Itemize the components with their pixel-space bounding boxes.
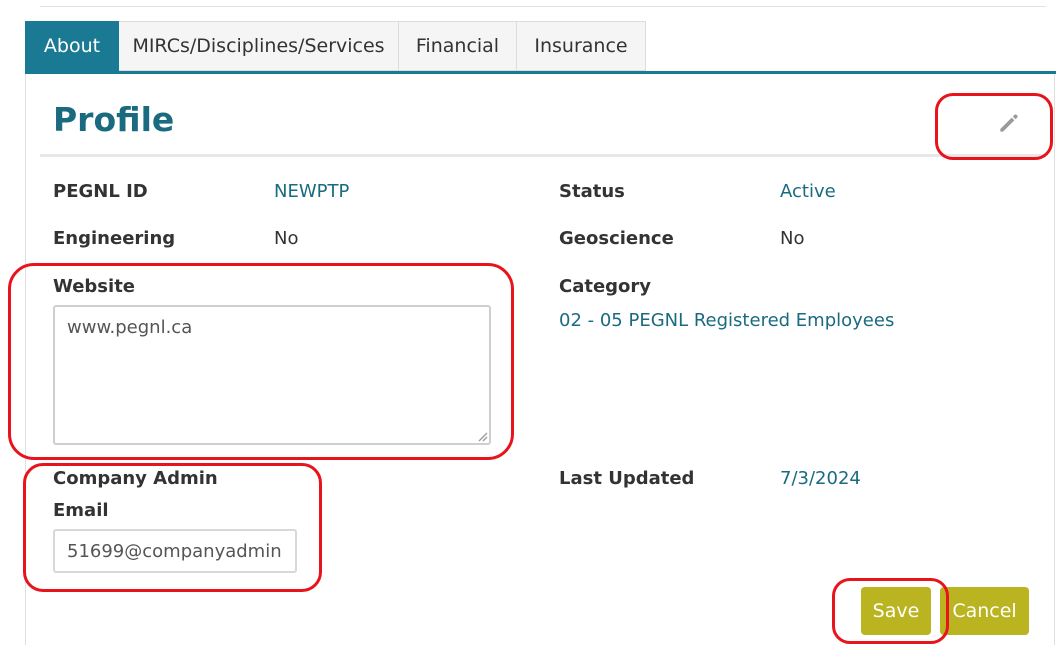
cancel-button[interactable]: Cancel (940, 587, 1029, 635)
website-field[interactable]: www.pegnl.ca (53, 305, 491, 445)
last-updated-value: 7/3/2024 (780, 468, 861, 489)
company-admin-email-label-line1: Company Admin (53, 468, 218, 489)
page-title: Profile (53, 100, 175, 139)
save-button[interactable]: Save (861, 587, 931, 635)
resize-handle-icon[interactable] (476, 430, 488, 442)
geoscience-value: No (780, 228, 805, 249)
tab-about[interactable]: About (25, 21, 119, 71)
top-divider (40, 6, 1046, 7)
pegnl-id-label: PEGNL ID (53, 181, 148, 202)
geoscience-label: Geoscience (559, 228, 674, 249)
website-label: Website (53, 276, 136, 297)
status-value: Active (780, 181, 836, 202)
title-divider (40, 154, 1046, 157)
tab-bar: About MIRCs/Disciplines/Services Financi… (25, 21, 646, 71)
tab-mircs-disciplines-services[interactable]: MIRCs/Disciplines/Services (119, 21, 399, 71)
category-value: 02 - 05 PEGNL Registered Employees (559, 310, 895, 331)
last-updated-label: Last Updated (559, 468, 695, 489)
engineering-value: No (274, 228, 299, 249)
category-label: Category (559, 276, 652, 297)
tab-financial[interactable]: Financial (399, 21, 517, 71)
tab-insurance[interactable]: Insurance (517, 21, 646, 71)
engineering-label: Engineering (53, 228, 176, 249)
company-admin-email-field[interactable] (53, 529, 297, 573)
pencil-icon (1000, 114, 1018, 132)
status-label: Status (559, 181, 625, 202)
company-admin-email-label-line2: Email (53, 500, 109, 521)
edit-button[interactable] (990, 106, 1028, 140)
pegnl-id-value: NEWPTP (274, 181, 350, 202)
